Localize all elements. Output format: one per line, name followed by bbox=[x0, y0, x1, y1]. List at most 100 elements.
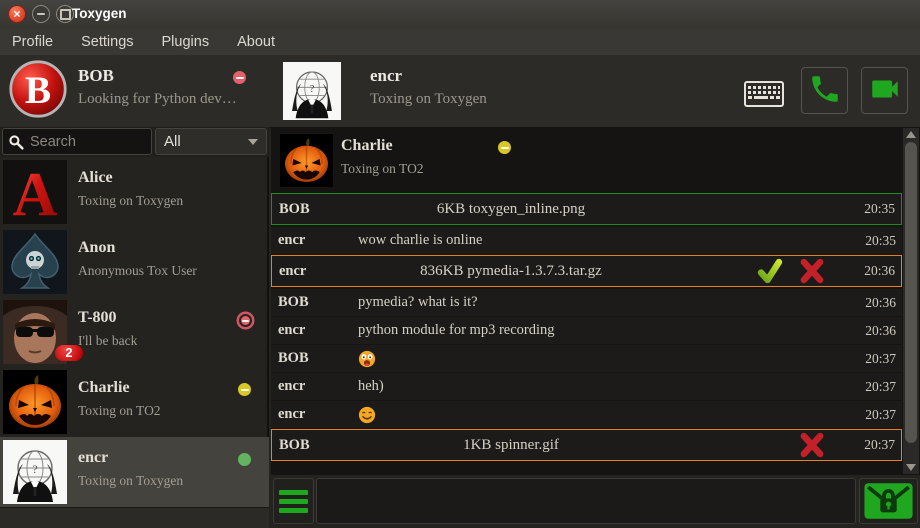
scroll-up-arrow[interactable] bbox=[903, 128, 919, 141]
message-row[interactable]: BOB 20:37 bbox=[271, 345, 902, 372]
send-message-button[interactable] bbox=[863, 482, 914, 520]
minimize-icon bbox=[37, 13, 45, 15]
message-row[interactable]: encr python module for mp3 recording20:3… bbox=[271, 317, 902, 344]
send-button-panel bbox=[859, 478, 918, 524]
message-author: BOB bbox=[272, 437, 356, 454]
active-contact-avatar: ? bbox=[283, 62, 341, 120]
search-input[interactable] bbox=[28, 133, 151, 151]
self-status-message: Looking for Python dev… bbox=[78, 91, 237, 108]
contact-status-message: Toxing on TO2 bbox=[78, 403, 161, 419]
contact-avatar: ? bbox=[3, 440, 67, 504]
contact-name: encr bbox=[78, 449, 108, 467]
contact-filter-dropdown[interactable]: All bbox=[155, 128, 267, 155]
message-time: 20:36 bbox=[842, 323, 902, 339]
contact-list-item[interactable]: ? encr Toxing on Toxygen bbox=[0, 437, 269, 507]
message-row[interactable]: BOB 1KB spinner.gif 20:37 bbox=[271, 429, 902, 461]
message-author: BOB bbox=[272, 201, 356, 218]
sidebar: All A Alice Toxing on Toxygen Anon Anony… bbox=[0, 127, 269, 528]
contact-avatar: A bbox=[3, 160, 67, 224]
message-row[interactable]: BOB pymedia? what is it?20:36 bbox=[271, 289, 902, 316]
top-panel: B BOB Looking for Python dev… ? encr Tox… bbox=[0, 55, 920, 128]
contact-avatar bbox=[3, 230, 67, 294]
chat-peer-name: Charlie bbox=[341, 137, 393, 155]
message-time: 20:35 bbox=[842, 233, 902, 249]
svg-text:B: B bbox=[25, 68, 51, 112]
search-box[interactable] bbox=[2, 128, 152, 155]
menu-plugins[interactable]: Plugins bbox=[162, 34, 210, 50]
message-time: 20:37 bbox=[842, 379, 902, 395]
self-avatar[interactable]: B bbox=[8, 59, 68, 119]
unread-count-badge: 2 bbox=[55, 345, 83, 361]
file-transfer-name: 836KB pymedia-1.3.7.3.tar.gz bbox=[356, 263, 666, 280]
message-time: 20:37 bbox=[841, 437, 901, 453]
message-time: 20:37 bbox=[842, 407, 902, 423]
contact-name: T-800 bbox=[78, 309, 117, 327]
menu-about[interactable]: About bbox=[237, 34, 275, 50]
contact-list-item[interactable]: Anon Anonymous Tox User bbox=[0, 227, 269, 297]
audio-call-button[interactable] bbox=[801, 67, 848, 114]
contact-filter-value: All bbox=[164, 133, 181, 150]
message-row[interactable]: BOB 6KB toxygen_inline.png 20:35 bbox=[271, 193, 902, 225]
message-input[interactable] bbox=[316, 478, 856, 524]
message-text: wow charlie is online bbox=[355, 232, 842, 249]
message-text: pymedia? what is it? bbox=[355, 294, 842, 311]
attachment-menu-button[interactable] bbox=[273, 478, 314, 524]
message-author: encr bbox=[271, 322, 355, 339]
close-button[interactable]: × bbox=[8, 5, 26, 23]
cancel-file-button[interactable] bbox=[799, 432, 825, 458]
chat-peer-avatar bbox=[280, 134, 333, 187]
message-toolbar bbox=[271, 475, 920, 528]
contact-status-icon bbox=[238, 453, 251, 466]
message-time: 20:35 bbox=[841, 201, 901, 217]
contact-list-item[interactable]: A Alice Toxing on Toxygen bbox=[0, 157, 269, 227]
titlebar[interactable]: × Toxygen bbox=[0, 0, 920, 30]
chat-scrollbar[interactable] bbox=[903, 128, 919, 474]
file-transfer-name: 6KB toxygen_inline.png bbox=[356, 201, 666, 218]
message-row[interactable]: encr 836KB pymedia-1.3.7.3.tar.gz 20:36 bbox=[271, 255, 902, 287]
shocked-emoji-icon bbox=[358, 350, 376, 368]
minimize-button[interactable] bbox=[32, 5, 50, 23]
contact-name: Charlie bbox=[78, 379, 130, 397]
contact-list-item[interactable]: Charlie Toxing on TO2 bbox=[0, 367, 269, 437]
scrollbar-thumb[interactable] bbox=[905, 142, 917, 443]
message-time: 20:37 bbox=[842, 351, 902, 367]
message-row[interactable]: encr wow charlie is online20:35 bbox=[271, 227, 902, 254]
message-author: encr bbox=[272, 263, 356, 280]
chat-peer-header[interactable]: Charlie Toxing on TO2 bbox=[271, 128, 902, 190]
message-row[interactable]: encr heh)20:37 bbox=[271, 373, 902, 400]
phone-icon bbox=[808, 72, 842, 109]
contact-status-message: I'll be back bbox=[78, 333, 137, 349]
message-time: 20:36 bbox=[842, 295, 902, 311]
window-title: Toxygen bbox=[72, 6, 127, 21]
search-icon bbox=[8, 134, 24, 150]
search-row: All bbox=[0, 127, 269, 157]
maximize-icon bbox=[60, 9, 71, 20]
self-status-icon[interactable] bbox=[233, 71, 246, 84]
message-row[interactable]: encr 20:37 bbox=[271, 401, 902, 428]
message-list: BOB 6KB toxygen_inline.png 20:35 encr wow… bbox=[271, 192, 902, 463]
video-call-button[interactable] bbox=[861, 67, 908, 114]
message-text: heh) bbox=[355, 378, 842, 395]
cancel-file-button[interactable] bbox=[799, 258, 825, 284]
message-author: BOB bbox=[271, 350, 355, 367]
message-author: BOB bbox=[271, 294, 355, 311]
menu-profile[interactable]: Profile bbox=[12, 34, 53, 50]
contact-status-icon bbox=[241, 316, 250, 325]
hamburger-icon bbox=[279, 490, 308, 495]
message-author: encr bbox=[271, 378, 355, 395]
menu-settings[interactable]: Settings bbox=[81, 34, 133, 50]
message-text: python module for mp3 recording bbox=[355, 322, 842, 339]
sidebar-footer bbox=[0, 507, 269, 528]
contact-list-item[interactable]: T-800 I'll be back 2 bbox=[0, 297, 269, 367]
contact-status-message: Toxing on Toxygen bbox=[78, 193, 183, 209]
contact-status-message: Anonymous Tox User bbox=[78, 263, 197, 279]
scroll-down-arrow[interactable] bbox=[903, 461, 919, 474]
file-transfer-name: 1KB spinner.gif bbox=[356, 437, 666, 454]
contact-name: Anon bbox=[78, 239, 115, 257]
svg-text:A: A bbox=[13, 161, 58, 224]
message-time: 20:36 bbox=[841, 263, 901, 279]
contact-status-icon bbox=[238, 383, 251, 396]
accept-file-button[interactable] bbox=[757, 258, 783, 284]
menubar: Profile Settings Plugins About bbox=[0, 29, 920, 55]
svg-text:?: ? bbox=[310, 83, 315, 95]
